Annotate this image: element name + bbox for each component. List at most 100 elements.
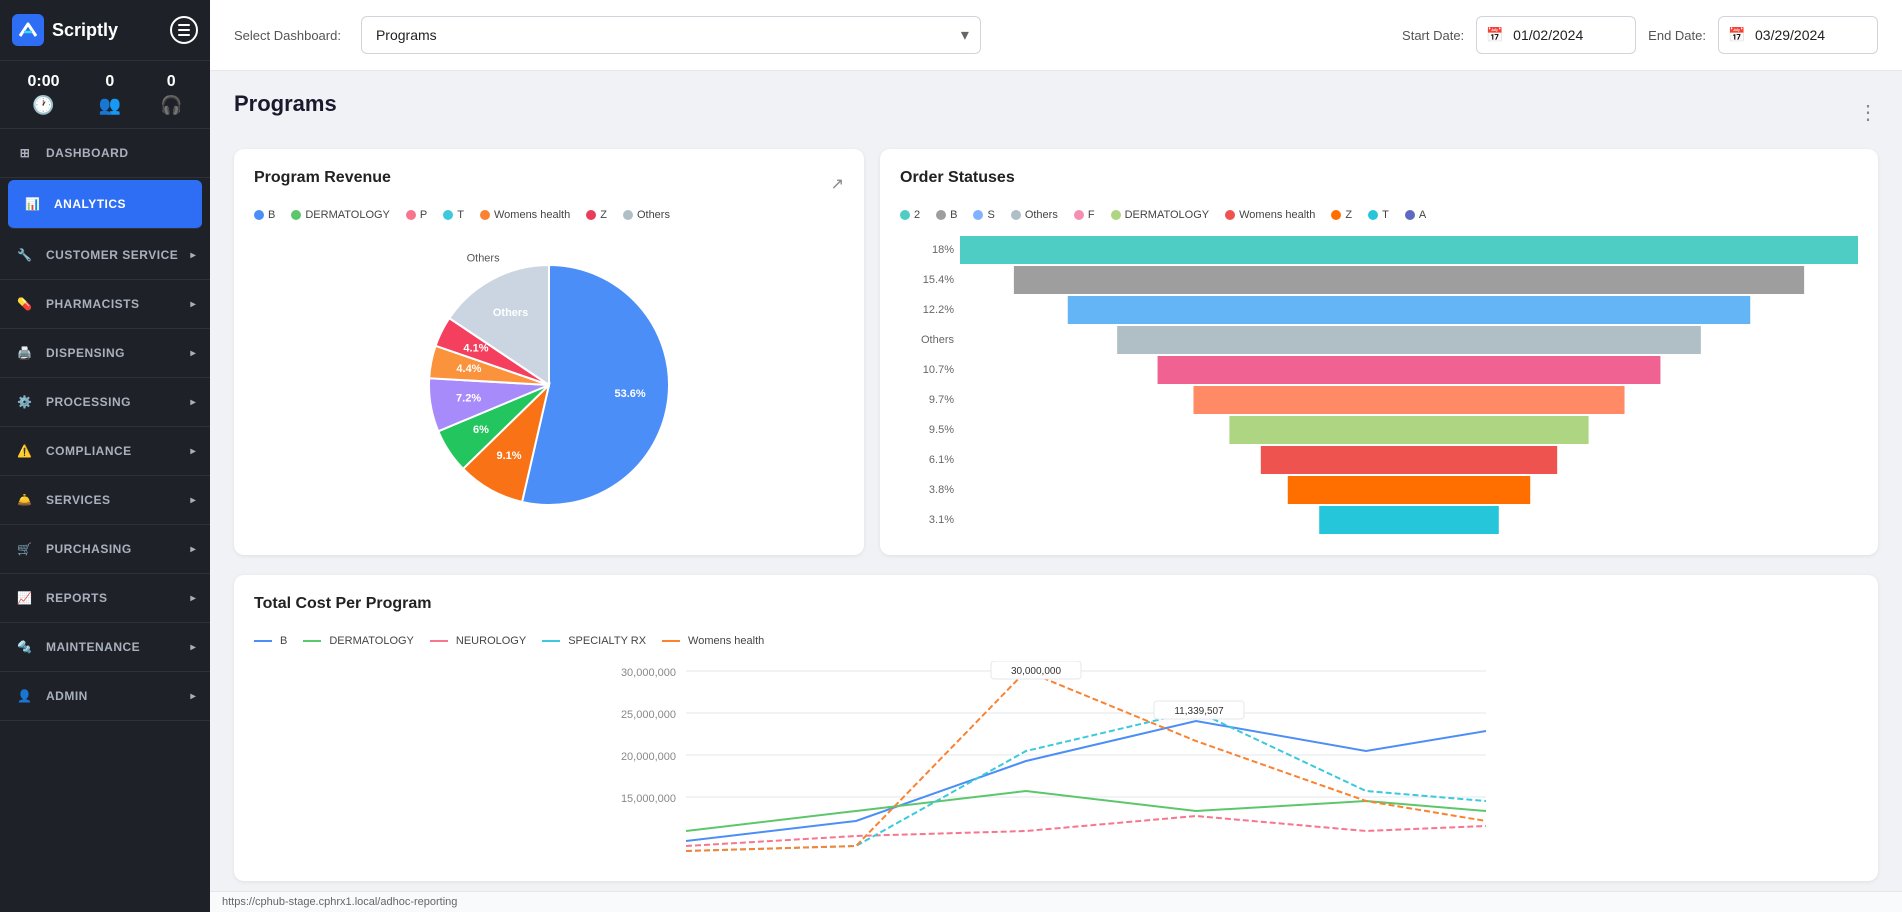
funnel-legend-item: T: [1368, 209, 1389, 221]
stat-time: 0:00 🕐: [28, 73, 60, 116]
svg-text:30,000,000: 30,000,000: [1011, 666, 1061, 677]
sidebar-item-label-compliance: COMPLIANCE: [46, 444, 132, 458]
line-legend-item: DERMATOLOGY: [303, 635, 414, 647]
start-date-label: Start Date:: [1402, 28, 1464, 43]
sidebar-item-admin[interactable]: 👤 ADMIN ▸: [0, 672, 210, 721]
funnel-bar: [1117, 326, 1701, 354]
nav-arrow-icon: ▸: [190, 642, 196, 653]
sidebar-item-label-admin: ADMIN: [46, 689, 88, 703]
program-revenue-card: Program Revenue ↗ B DERMATOLOGY P T Womens h…: [234, 149, 864, 555]
svg-text:11,339,507: 11,339,507: [1174, 706, 1224, 717]
sidebar-item-reports[interactable]: 📈 REPORTS ▸: [0, 574, 210, 623]
headset-icon: 🎧: [160, 95, 182, 116]
stat-time-value: 0:00: [28, 73, 60, 91]
nav-arrow-icon: ▸: [190, 544, 196, 555]
funnel-bar: [1288, 476, 1530, 504]
funnel-legend: 2BSOthersFDERMATOLOGYWomens healthZTA: [900, 209, 1858, 221]
nav-arrow-icon: ▸: [190, 593, 196, 604]
funnel-level-label: 9.5%: [900, 424, 954, 436]
program-revenue-title: Program Revenue: [254, 169, 391, 187]
sidebar-item-maintenance[interactable]: 🔩 MAINTENANCE ▸: [0, 623, 210, 672]
purchasing-icon: 🛒: [14, 538, 36, 560]
pie-legend-item: B: [254, 209, 275, 221]
sidebar-item-label-services: SERVICES: [46, 493, 110, 507]
nav-menu: ⊞ DASHBOARD 📊 ANALYTICS 🔧 CUSTOMER SERVI…: [0, 129, 210, 721]
dashboard-select[interactable]: Programs: [361, 16, 981, 54]
pie-slice-label: 6%: [473, 424, 489, 436]
line-chart-area: 30,000,000 25,000,000 20,000,000 15,000,…: [254, 661, 1858, 861]
funnel-bar: [1319, 506, 1499, 534]
sidebar-item-label-processing: PROCESSING: [46, 395, 131, 409]
funnel-bar: [1014, 266, 1804, 294]
funnel-level-label: 6.1%: [900, 454, 954, 466]
dispensing-icon: 🖨️: [14, 342, 36, 364]
pie-slice-label: 53.6%: [614, 388, 645, 400]
funnel-level-label: 12.2%: [900, 304, 954, 316]
sidebar-item-purchasing[interactable]: 🛒 PURCHASING ▸: [0, 525, 210, 574]
sidebar-item-label-purchasing: PURCHASING: [46, 542, 132, 556]
nav-arrow-icon: ▸: [190, 250, 196, 261]
svg-text:20,000,000: 20,000,000: [621, 751, 676, 763]
line-legend: BDERMATOLOGYNEUROLOGYSPECIALTY RXWomens …: [254, 635, 1858, 647]
line-legend-item: SPECIALTY RX: [542, 635, 646, 647]
nav-arrow-icon: ▸: [190, 691, 196, 702]
compliance-icon: ⚠️: [14, 440, 36, 462]
status-bar: https://cphub-stage.cphrx1.local/adhoc-r…: [210, 891, 1902, 912]
nav-arrow-icon: ▸: [190, 397, 196, 408]
scriptly-logo-icon: [12, 14, 44, 46]
sidebar-item-label-customer-service: CUSTOMER SERVICE: [46, 248, 178, 262]
content-area: Programs ⋮ Program Revenue ↗ BDERMATOLOG…: [210, 71, 1902, 891]
stat-users: 0 👥: [99, 73, 121, 116]
customer-service-icon: 🔧: [14, 244, 36, 266]
stat-support-value: 0: [167, 73, 176, 91]
sidebar-item-dashboard[interactable]: ⊞ DASHBOARD: [0, 129, 210, 178]
top-bar: Select Dashboard: Programs ▾ Start Date:…: [210, 0, 1902, 71]
sidebar-item-label-pharmacists: PHARMACISTS: [46, 297, 140, 311]
funnel-bar: [1261, 446, 1557, 474]
date-range-group: Start Date: 📅 End Date: 📅: [1402, 16, 1878, 54]
start-date-wrapper: 📅: [1476, 16, 1636, 54]
sidebar-item-compliance[interactable]: ⚠️ COMPLIANCE ▸: [0, 427, 210, 476]
expand-icon[interactable]: ↗: [831, 174, 844, 194]
funnel-legend-item: Womens health: [1225, 209, 1315, 221]
svg-text:30,000,000: 30,000,000: [621, 667, 676, 679]
sidebar-item-customer-service[interactable]: 🔧 CUSTOMER SERVICE ▸: [0, 231, 210, 280]
clock-icon: 🕐: [32, 95, 54, 116]
pie-legend-item: P: [406, 209, 427, 221]
sidebar-item-processing[interactable]: ⚙️ PROCESSING ▸: [0, 378, 210, 427]
pie-slice-label: 9.1%: [496, 450, 521, 462]
menu-toggle-button[interactable]: [170, 16, 198, 44]
funnel-level-label: 10.7%: [900, 364, 954, 376]
reports-icon: 📈: [14, 587, 36, 609]
pharmacists-icon: 💊: [14, 293, 36, 315]
sidebar-item-label-maintenance: MAINTENANCE: [46, 640, 140, 654]
sidebar-item-analytics[interactable]: 📊 ANALYTICS: [8, 180, 202, 229]
nav-arrow-icon: ▸: [190, 495, 196, 506]
order-statuses-card: Order Statuses 2BSOthersFDERMATOLOGYWome…: [880, 149, 1878, 555]
sidebar-item-services[interactable]: 🛎️ SERVICES ▸: [0, 476, 210, 525]
svg-text:25,000,000: 25,000,000: [621, 709, 676, 721]
stat-support: 0 🎧: [160, 73, 182, 116]
pie-legend-item: DERMATOLOGY: [291, 209, 390, 221]
page-more-icon[interactable]: ⋮: [1858, 100, 1878, 125]
maintenance-icon: 🔩: [14, 636, 36, 658]
total-cost-card: Total Cost Per Program BDERMATOLOGYNEURO…: [234, 575, 1878, 881]
sidebar-item-pharmacists[interactable]: 💊 PHARMACISTS ▸: [0, 280, 210, 329]
services-icon: 🛎️: [14, 489, 36, 511]
sidebar-item-label-dispensing: DISPENSING: [46, 346, 125, 360]
funnel-legend-item: S: [973, 209, 994, 221]
funnel-level-label: 3.8%: [900, 484, 954, 496]
pie-legend-item: Womens health: [480, 209, 570, 221]
stat-users-value: 0: [105, 73, 114, 91]
stats-row: 0:00 🕐 0 👥 0 🎧: [0, 61, 210, 129]
pie-legend-item: T: [443, 209, 464, 221]
sidebar-item-dispensing[interactable]: 🖨️ DISPENSING ▸: [0, 329, 210, 378]
order-statuses-title: Order Statuses: [900, 169, 1015, 187]
sidebar: Scriptly 0:00 🕐 0 👥 0 🎧 ⊞ DASHBOARD 📊 AN…: [0, 0, 210, 912]
line-legend-item: Womens health: [662, 635, 764, 647]
sidebar-item-label-analytics: ANALYTICS: [54, 197, 126, 211]
funnel-bar: [1193, 386, 1624, 414]
funnel-bar: [1068, 296, 1750, 324]
app-name: Scriptly: [52, 20, 118, 41]
sidebar-item-label-dashboard: DASHBOARD: [46, 146, 129, 160]
